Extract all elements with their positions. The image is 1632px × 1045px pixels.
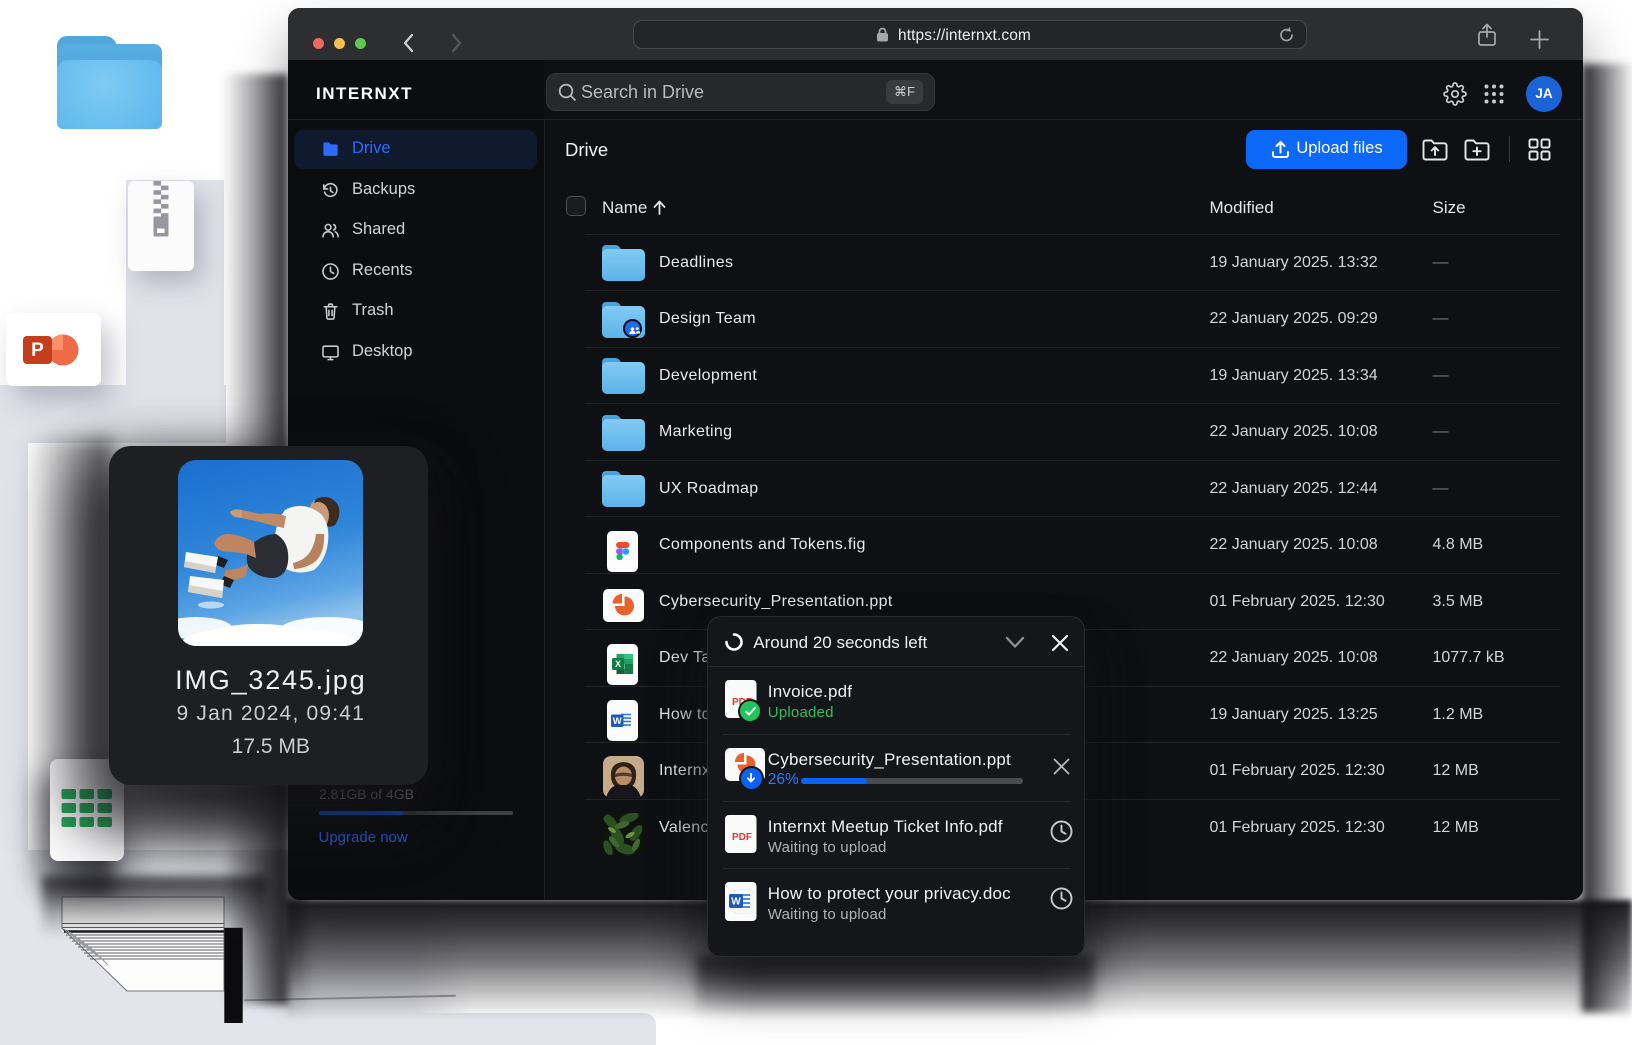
svg-text:PDF: PDF [732, 832, 752, 843]
svg-text:X: X [614, 659, 620, 669]
svg-text:W: W [612, 716, 621, 727]
svg-text:P: P [31, 340, 44, 361]
svg-text:W: W [731, 897, 741, 908]
